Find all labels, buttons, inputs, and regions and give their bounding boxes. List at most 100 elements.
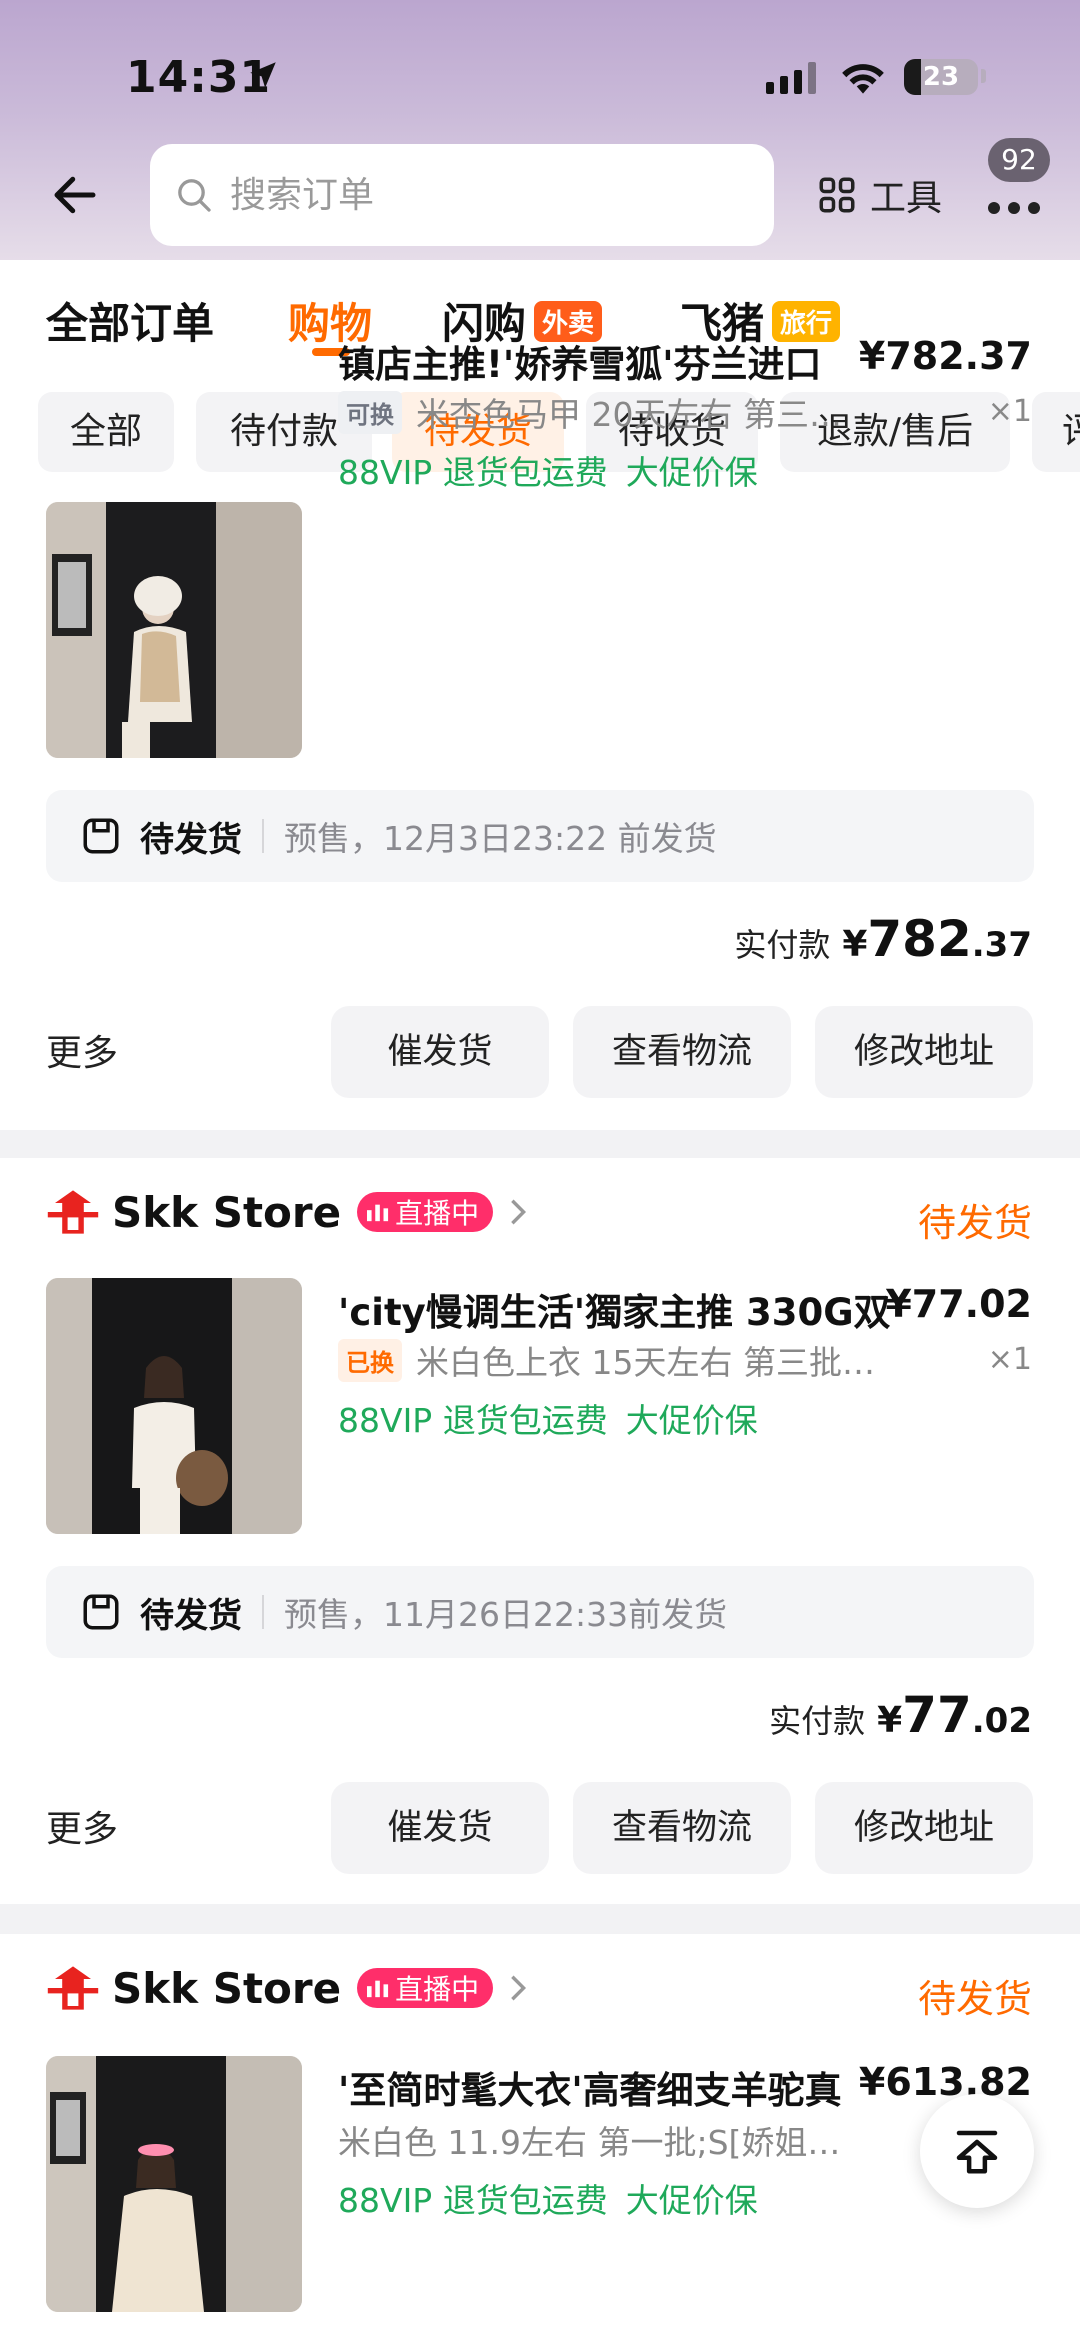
- promo-price-protect: 大促价保: [625, 453, 758, 492]
- order-actions: 更多 催发货 查看物流 修改地址: [0, 1782, 1080, 1874]
- paid-integer: 77: [902, 1686, 972, 1744]
- order-card: Skk Store 直播中 待发货 'city慢调生活'獨家主推 330G双 ¥…: [0, 1158, 1080, 1904]
- order-actions: 更多 催发货 查看物流 修改地址: [0, 1006, 1080, 1098]
- promo-labels: 88VIP 退货包运费 大促价保: [338, 2174, 758, 2222]
- filter-all[interactable]: 全部: [38, 392, 174, 472]
- tab-label: 全部订单: [46, 299, 215, 348]
- ship-eta: 预售，12月3日23:22 前发货: [284, 819, 717, 858]
- product-title[interactable]: 镇店主推!'娇养雪狐'芬兰进口: [338, 334, 822, 388]
- spec-text: 米白色上衣 15天左右 第三批…: [416, 1343, 875, 1382]
- live-bars-icon: [367, 1980, 389, 1998]
- status-bar: 14:31 23: [0, 52, 1080, 112]
- search-input[interactable]: [230, 174, 750, 216]
- tools-button[interactable]: 工具: [816, 160, 942, 230]
- cellular-signal-icon: [766, 62, 816, 94]
- shop-name: Skk Store: [112, 1963, 342, 2013]
- product-spec: 可换 米杏色马甲 20天左右 第三…: [338, 388, 842, 436]
- battery-level: 23: [922, 62, 960, 92]
- change-address-button[interactable]: 修改地址: [815, 1006, 1033, 1098]
- back-to-top-icon: [956, 2130, 998, 2174]
- paid-label: 实付款: [769, 1702, 866, 1740]
- arrow-left-icon: [54, 176, 96, 214]
- paid-amount: 实付款 ¥77.02: [769, 1686, 1032, 1744]
- live-badge[interactable]: 直播中: [357, 1968, 494, 2008]
- ship-eta: 预售，11月26日22:33前发货: [284, 1595, 728, 1634]
- more-link[interactable]: 更多: [46, 1024, 118, 1076]
- change-address-button[interactable]: 修改地址: [815, 1782, 1033, 1874]
- package-icon: [83, 818, 119, 854]
- product-thumbnail[interactable]: [46, 2056, 302, 2312]
- promo-88vip: 88VIP 退货包运费: [338, 1401, 608, 1440]
- order-status: 待发货: [917, 1201, 1032, 1245]
- shipping-status-bar[interactable]: 待发货 预售，12月3日23:22 前发货: [46, 790, 1034, 882]
- currency-symbol: ¥: [842, 924, 868, 965]
- shop-row[interactable]: Skk Store 直播中: [46, 1958, 529, 2018]
- back-to-top-button[interactable]: [920, 2094, 1034, 2208]
- tmall-shop-icon: [47, 1190, 99, 1234]
- promo-88vip: 88VIP 退货包运费: [338, 453, 608, 492]
- promo-price-protect: 大促价保: [625, 2181, 758, 2220]
- exchangeable-tag: 可换: [338, 390, 402, 434]
- product-qty: ×1: [987, 394, 1032, 429]
- package-icon: [83, 1594, 119, 1630]
- promo-88vip: 88VIP 退货包运费: [338, 2181, 608, 2220]
- battery-indicator: 23: [904, 59, 978, 95]
- view-logistics-button[interactable]: 查看物流: [573, 1006, 791, 1098]
- order-card: Skk Store 直播中 待发货 '至简时髦大衣'高奢细支羊驼真 ¥613.8…: [0, 1934, 1080, 2347]
- promo-price-protect: 大促价保: [625, 1401, 758, 1440]
- live-label: 直播中: [395, 1973, 480, 2006]
- ship-status: 待发货: [140, 1595, 242, 1636]
- paid-decimal: .37: [971, 925, 1032, 965]
- product-qty: ×1: [987, 1342, 1032, 1377]
- back-button[interactable]: [40, 160, 110, 230]
- live-badge[interactable]: 直播中: [357, 1192, 494, 1232]
- shop-row[interactable]: Skk Store 直播中: [46, 1182, 529, 1242]
- product-title[interactable]: 'city慢调生活'獨家主推 330G双: [338, 1282, 891, 1336]
- search-icon: [178, 179, 211, 212]
- shop-name: Skk Store: [112, 1187, 342, 1237]
- urge-shipment-button[interactable]: 催发货: [331, 1006, 549, 1098]
- order-status: 待发货: [917, 1977, 1032, 2021]
- paid-amount: 实付款 ¥782.37: [734, 910, 1032, 968]
- battery-cap: [981, 69, 986, 83]
- grid-icon: [819, 177, 855, 213]
- product-title[interactable]: '至简时髦大衣'高奢细支羊驼真: [338, 2060, 842, 2114]
- paid-integer: 782: [867, 910, 972, 968]
- product-price: ¥613.82: [858, 2060, 1032, 2104]
- paid-label: 实付款: [734, 926, 831, 964]
- wifi-icon: [842, 64, 884, 94]
- tmall-shop-icon: [47, 1966, 99, 2010]
- location-arrow-icon: [250, 62, 276, 88]
- ship-status: 待发货: [140, 819, 242, 860]
- product-spec: 米白色 11.9左右 第一批;S[娇姐…: [338, 2116, 840, 2164]
- live-label: 直播中: [395, 1197, 480, 1230]
- product-thumbnail[interactable]: [46, 502, 302, 758]
- notification-badge: 92: [988, 138, 1050, 182]
- spec-text: 米杏色马甲 20天左右 第三…: [416, 395, 842, 434]
- product-price: ¥782.37: [858, 334, 1032, 378]
- filter-review[interactable]: 评: [1032, 392, 1080, 472]
- spec-text: 米白色 11.9左右 第一批;S[娇姐…: [338, 2123, 841, 2162]
- urge-shipment-button[interactable]: 催发货: [331, 1782, 549, 1874]
- live-bars-icon: [367, 1204, 389, 1222]
- header: 14:31 23 工具: [0, 0, 1080, 260]
- divider: [262, 819, 264, 853]
- tools-label: 工具: [870, 178, 943, 219]
- product-thumbnail[interactable]: [46, 1278, 302, 1534]
- tab-all-orders[interactable]: 全部订单: [46, 290, 214, 351]
- view-logistics-button[interactable]: 查看物流: [573, 1782, 791, 1874]
- currency-symbol: ¥: [877, 1700, 903, 1741]
- divider: [262, 1595, 264, 1629]
- shipping-status-bar[interactable]: 待发货 预售，11月26日22:33前发货: [46, 1566, 1034, 1658]
- product-spec: 已换 米白色上衣 15天左右 第三批…: [338, 1336, 875, 1384]
- chevron-right-icon: [511, 1199, 527, 1225]
- more-link[interactable]: 更多: [46, 1800, 118, 1852]
- chevron-right-icon: [511, 1975, 527, 2001]
- promo-labels: 88VIP 退货包运费 大促价保: [338, 446, 758, 494]
- search-box[interactable]: [150, 144, 774, 246]
- paid-decimal: .02: [971, 1701, 1032, 1741]
- product-price: ¥77.02: [885, 1282, 1032, 1326]
- exchanged-tag: 已换: [338, 1338, 402, 1382]
- orders-panel: 全部订单 购物 闪购外卖 飞猪旅行 全部 待付款 待发货 待收货 退款/售后 评…: [0, 260, 1080, 1130]
- promo-labels: 88VIP 退货包运费 大促价保: [338, 1394, 758, 1442]
